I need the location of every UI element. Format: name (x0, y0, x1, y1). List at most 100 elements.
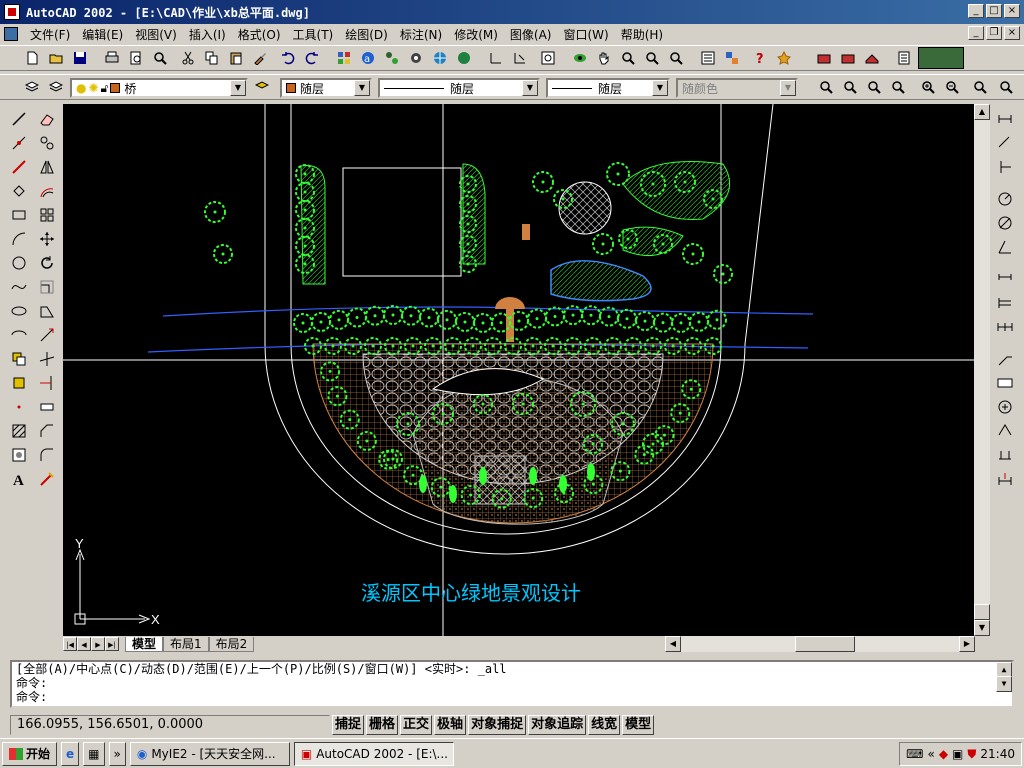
named-views-button[interactable] (538, 48, 558, 68)
designcenter-button[interactable] (722, 48, 742, 68)
menu-window[interactable]: 窗口(W) (557, 26, 614, 43)
ellipse-tool[interactable] (8, 300, 30, 322)
menu-edit[interactable]: 编辑(E) (76, 26, 129, 43)
polyline-tool[interactable] (8, 156, 30, 178)
drawing-canvas[interactable]: Y X 溪源区中心绿地景观设计 (63, 104, 974, 636)
linetype-dropdown-arrow[interactable]: ▼ (522, 80, 538, 96)
hatch-tool[interactable] (8, 420, 30, 442)
extend-tool[interactable] (36, 372, 58, 394)
pan-realtime-button[interactable] (594, 48, 614, 68)
zoom-in-button[interactable] (918, 77, 938, 97)
arc-tool[interactable] (8, 228, 30, 250)
model-toggle[interactable]: 模型 (622, 715, 655, 735)
ortho-toggle[interactable]: 正交 (400, 715, 433, 735)
layer-dropdown-arrow[interactable]: ▼ (230, 80, 246, 96)
publish-button[interactable] (150, 48, 170, 68)
tool-palette-button[interactable] (406, 48, 426, 68)
menu-file[interactable]: 文件(F) (24, 26, 76, 43)
print-button[interactable] (102, 48, 122, 68)
ucs-button[interactable] (486, 48, 506, 68)
tab-last-button[interactable]: ▶| (105, 637, 119, 651)
open-file-button[interactable] (46, 48, 66, 68)
dbconnect-button[interactable] (430, 48, 450, 68)
ordinate-dimension-tool[interactable] (994, 156, 1016, 178)
break-tool[interactable] (36, 396, 58, 418)
zoom-realtime-button[interactable] (618, 48, 638, 68)
scale-tool[interactable] (36, 276, 58, 298)
autocad-app-icon[interactable] (4, 4, 20, 20)
color-dropdown[interactable]: 随层 ▼ (280, 78, 372, 98)
layer-manager-button[interactable] (22, 77, 42, 97)
scroll-right-button[interactable]: ▶ (959, 636, 975, 652)
dimension-update-tool[interactable] (994, 468, 1016, 490)
ellipse-arc-tool[interactable] (8, 324, 30, 346)
layer-preview-button[interactable] (918, 47, 964, 69)
line-tool[interactable] (8, 108, 30, 130)
point-tool[interactable] (8, 396, 30, 418)
today-button[interactable]: a (358, 48, 378, 68)
lineweight-dropdown[interactable]: 随层 ▼ (546, 78, 670, 98)
lengthen-tool[interactable] (36, 324, 58, 346)
doc-minimize-button[interactable]: _ (968, 26, 984, 40)
undo-button[interactable] (278, 48, 298, 68)
hyperlink-button[interactable] (334, 48, 354, 68)
radius-dimension-tool[interactable] (994, 188, 1016, 210)
wblock-tool-button[interactable] (862, 48, 882, 68)
zoom-previous-button[interactable] (666, 48, 686, 68)
layer-dropdown[interactable]: ● ✺ 🔓︎ 桥 ▼ (70, 78, 248, 98)
tab-layout1[interactable]: 布局1 (163, 636, 209, 652)
express-tools-button[interactable] (774, 48, 794, 68)
construction-line-tool[interactable] (8, 132, 30, 154)
tab-model[interactable]: 模型 (125, 636, 164, 652)
block-tool-button[interactable] (838, 48, 858, 68)
scroll-down-button[interactable]: ▼ (974, 620, 990, 636)
tolerance-tool[interactable] (994, 372, 1016, 394)
keyboard-icon[interactable]: ⌨ (906, 747, 923, 761)
hatch-tool-button[interactable] (814, 48, 834, 68)
fillet-tool[interactable] (36, 444, 58, 466)
start-button[interactable]: 开始 (2, 741, 58, 766)
zoom-center-button[interactable] (888, 77, 908, 97)
task-autocad[interactable]: ▣ AutoCAD 2002 - [E:\... (293, 741, 454, 766)
3d-orbit-button[interactable] (570, 48, 590, 68)
save-button[interactable] (70, 48, 90, 68)
print-preview-button[interactable] (126, 48, 146, 68)
continue-dimension-tool[interactable] (994, 316, 1016, 338)
make-block-tool[interactable] (8, 372, 30, 394)
diameter-dimension-tool[interactable] (994, 212, 1016, 234)
doc-restore-button[interactable]: ❐ (986, 26, 1002, 40)
coordinates-display[interactable]: 166.0955, 156.6501, 0.0000 (10, 715, 330, 735)
grid-toggle[interactable]: 栅格 (366, 715, 399, 735)
scroll-left-button[interactable]: ◀ (665, 636, 681, 652)
scroll-up-button[interactable]: ▲ (974, 104, 990, 120)
angular-dimension-tool[interactable] (994, 236, 1016, 258)
new-file-button[interactable] (22, 48, 42, 68)
menu-modify[interactable]: 修改(M) (448, 26, 504, 43)
region-tool[interactable] (8, 444, 30, 466)
cmd-scroll-down[interactable]: ▼ (996, 676, 1012, 692)
paste-button[interactable] (226, 48, 246, 68)
zoom-dynamic-button[interactable] (840, 77, 860, 97)
document-icon[interactable] (4, 27, 18, 41)
design-center-button[interactable] (382, 48, 402, 68)
rectangle-tool[interactable] (8, 204, 30, 226)
osnap-toggle[interactable]: 对象捕捉 (468, 715, 527, 735)
stretch-tool[interactable] (36, 300, 58, 322)
text-style-button[interactable] (894, 48, 914, 68)
horizontal-scrollbar[interactable]: ◀ ▶ (665, 636, 975, 652)
baseline-dimension-tool[interactable] (994, 292, 1016, 314)
vertical-scrollbar[interactable]: ▲ ▼ (974, 104, 990, 636)
chamfer-tool[interactable] (36, 420, 58, 442)
menu-dimension[interactable]: 标注(N) (394, 26, 448, 43)
menu-view[interactable]: 视图(V) (129, 26, 183, 43)
properties-button[interactable] (698, 48, 718, 68)
menu-draw[interactable]: 绘图(D) (339, 26, 394, 43)
quick-dimension-tool[interactable] (994, 268, 1016, 290)
aligned-dimension-tool[interactable] (994, 132, 1016, 154)
menu-image[interactable]: 图像(A) (504, 26, 558, 43)
chevron-left-icon[interactable]: « (927, 747, 934, 761)
polar-toggle[interactable]: 极轴 (434, 715, 467, 735)
spline-tool[interactable] (8, 276, 30, 298)
command-prompt-line[interactable]: 命令: (16, 690, 1012, 704)
cut-button[interactable] (178, 48, 198, 68)
